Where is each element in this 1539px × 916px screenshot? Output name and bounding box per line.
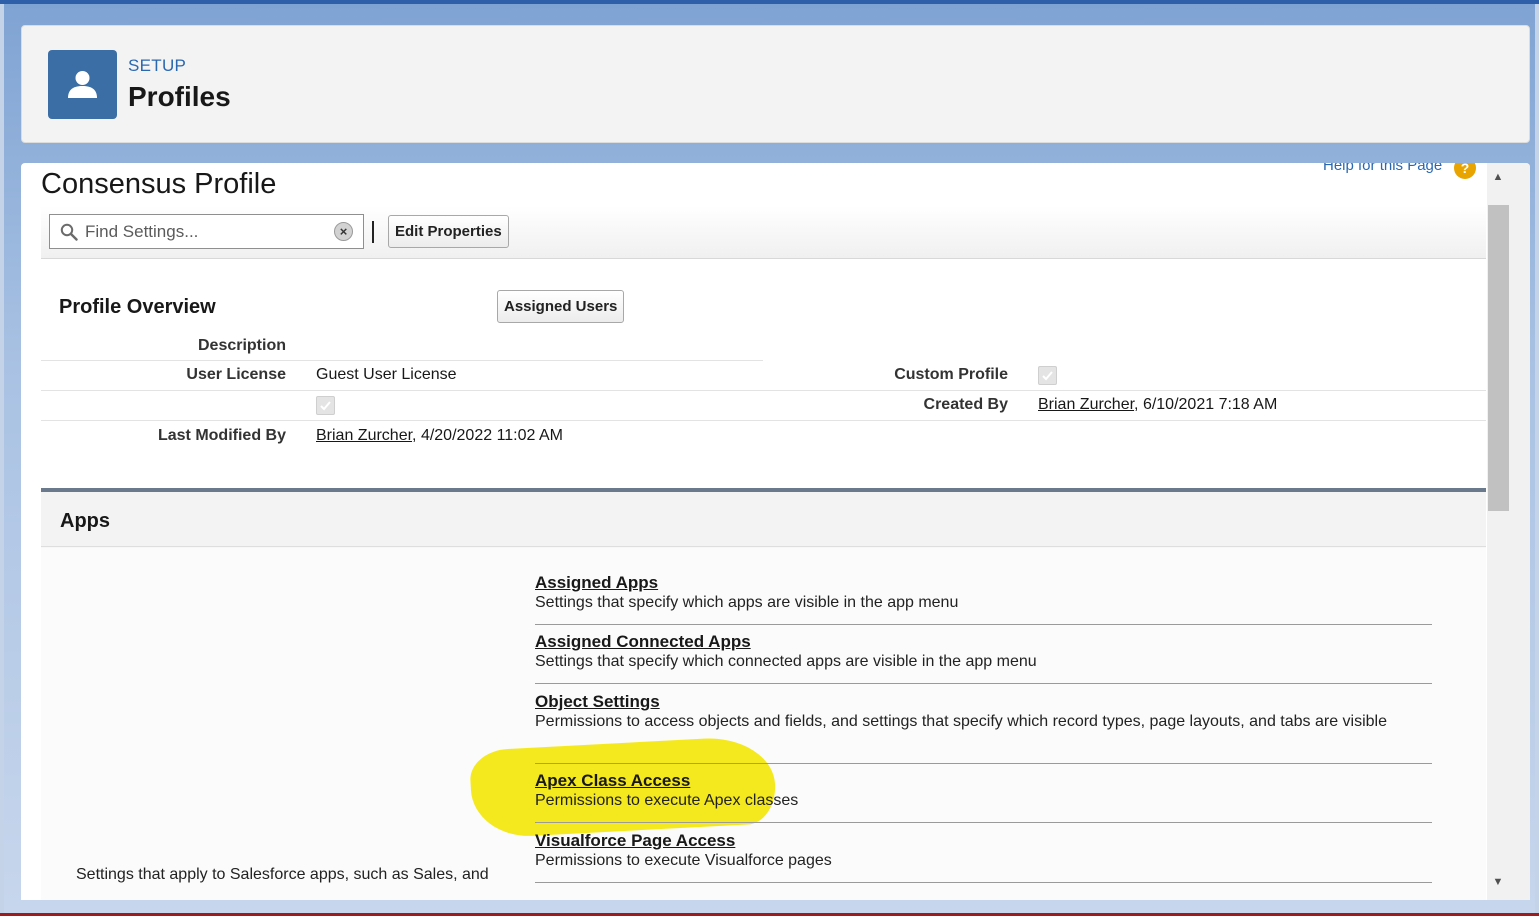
checkmark-icon [320,401,331,411]
app-setting-item: Assigned Connected Apps Settings that sp… [535,632,1432,684]
profile-overview-heading: Profile Overview [59,296,216,318]
last-modified-user-link[interactable]: Brian Zurcher [316,427,412,444]
search-icon [60,223,78,241]
created-by-user-link[interactable]: Brian Zurcher [1038,396,1134,413]
help-link[interactable]: Help for this Page [1323,163,1442,174]
setup-header: SETUP Profiles [21,25,1530,143]
assigned-users-button[interactable]: Assigned Users [497,290,625,323]
find-settings-box[interactable]: × [49,214,364,249]
find-settings-input[interactable] [85,220,325,244]
created-by-value: Brian Zurcher, 6/10/2021 7:18 AM [1038,396,1277,414]
object-settings-link[interactable]: Object Settings [535,692,1432,712]
apps-heading: Apps [60,510,110,532]
profile-toolbar: × Edit Properties [41,206,1486,259]
vertical-scrollbar[interactable]: ▲ ▼ [1487,163,1530,900]
row-divider [41,390,1486,391]
apps-description: Settings that apply to Salesforce apps, … [76,866,489,883]
assigned-connected-apps-description: Settings that specify which connected ap… [535,653,1037,670]
created-by-label: Created By [923,396,1008,413]
profile-name-heading: Consensus Profile [41,168,277,200]
custom-profile-checkbox [1038,366,1057,385]
scrollbar-thumb[interactable] [1488,205,1509,511]
apex-class-access-description: Permissions to execute Apex classes [535,792,799,809]
app-setting-item: Assigned Apps Settings that specify whic… [535,573,1432,625]
help-icon[interactable]: ? [1454,163,1476,179]
user-license-label: User License [186,366,286,383]
app-setting-item: Object Settings Permissions to access ob… [535,692,1432,764]
user-license-value: Guest User License [316,366,457,383]
clear-search-icon[interactable]: × [334,222,353,241]
assigned-connected-apps-link[interactable]: Assigned Connected Apps [535,632,1432,652]
description-label: Description [197,337,286,354]
object-settings-description: Permissions to access objects and fields… [535,713,1387,730]
row-divider [41,420,1486,421]
profile-detail-panel: Help for this Page ? Consensus Profile ×… [21,163,1530,900]
assigned-apps-description: Settings that specify which apps are vis… [535,594,959,611]
visualforce-page-access-description: Permissions to execute Visualforce pages [535,852,832,869]
scroll-up-arrow-icon[interactable]: ▲ [1491,170,1505,184]
custom-profile-label: Custom Profile [894,366,1008,383]
last-modified-date: , 4/20/2022 11:02 AM [412,427,563,444]
app-setting-item: Visualforce Page Access Permissions to e… [535,831,1432,883]
checkmark-icon [1042,371,1053,381]
last-modified-label: Last Modified By [157,427,286,444]
apps-section-header: Apps [41,492,1486,547]
setup-breadcrumb[interactable]: SETUP [128,56,186,76]
page-title: Profiles [128,81,231,112]
scroll-down-arrow-icon[interactable]: ▼ [1491,875,1505,889]
user-icon [48,50,117,119]
assigned-apps-link[interactable]: Assigned Apps [535,573,1432,593]
last-modified-value: Brian Zurcher, 4/20/2022 11:02 AM [316,427,563,445]
unlabeled-checkbox [316,396,335,415]
app-setting-item: Apex Class Access Permissions to execute… [535,771,1432,823]
toolbar-divider [372,221,374,243]
visualforce-page-access-link[interactable]: Visualforce Page Access [535,831,1432,851]
edit-properties-button[interactable]: Edit Properties [388,215,509,248]
apex-class-access-link[interactable]: Apex Class Access [535,771,1432,791]
created-by-date: , 6/10/2021 7:18 AM [1134,396,1278,413]
row-divider [41,360,763,361]
